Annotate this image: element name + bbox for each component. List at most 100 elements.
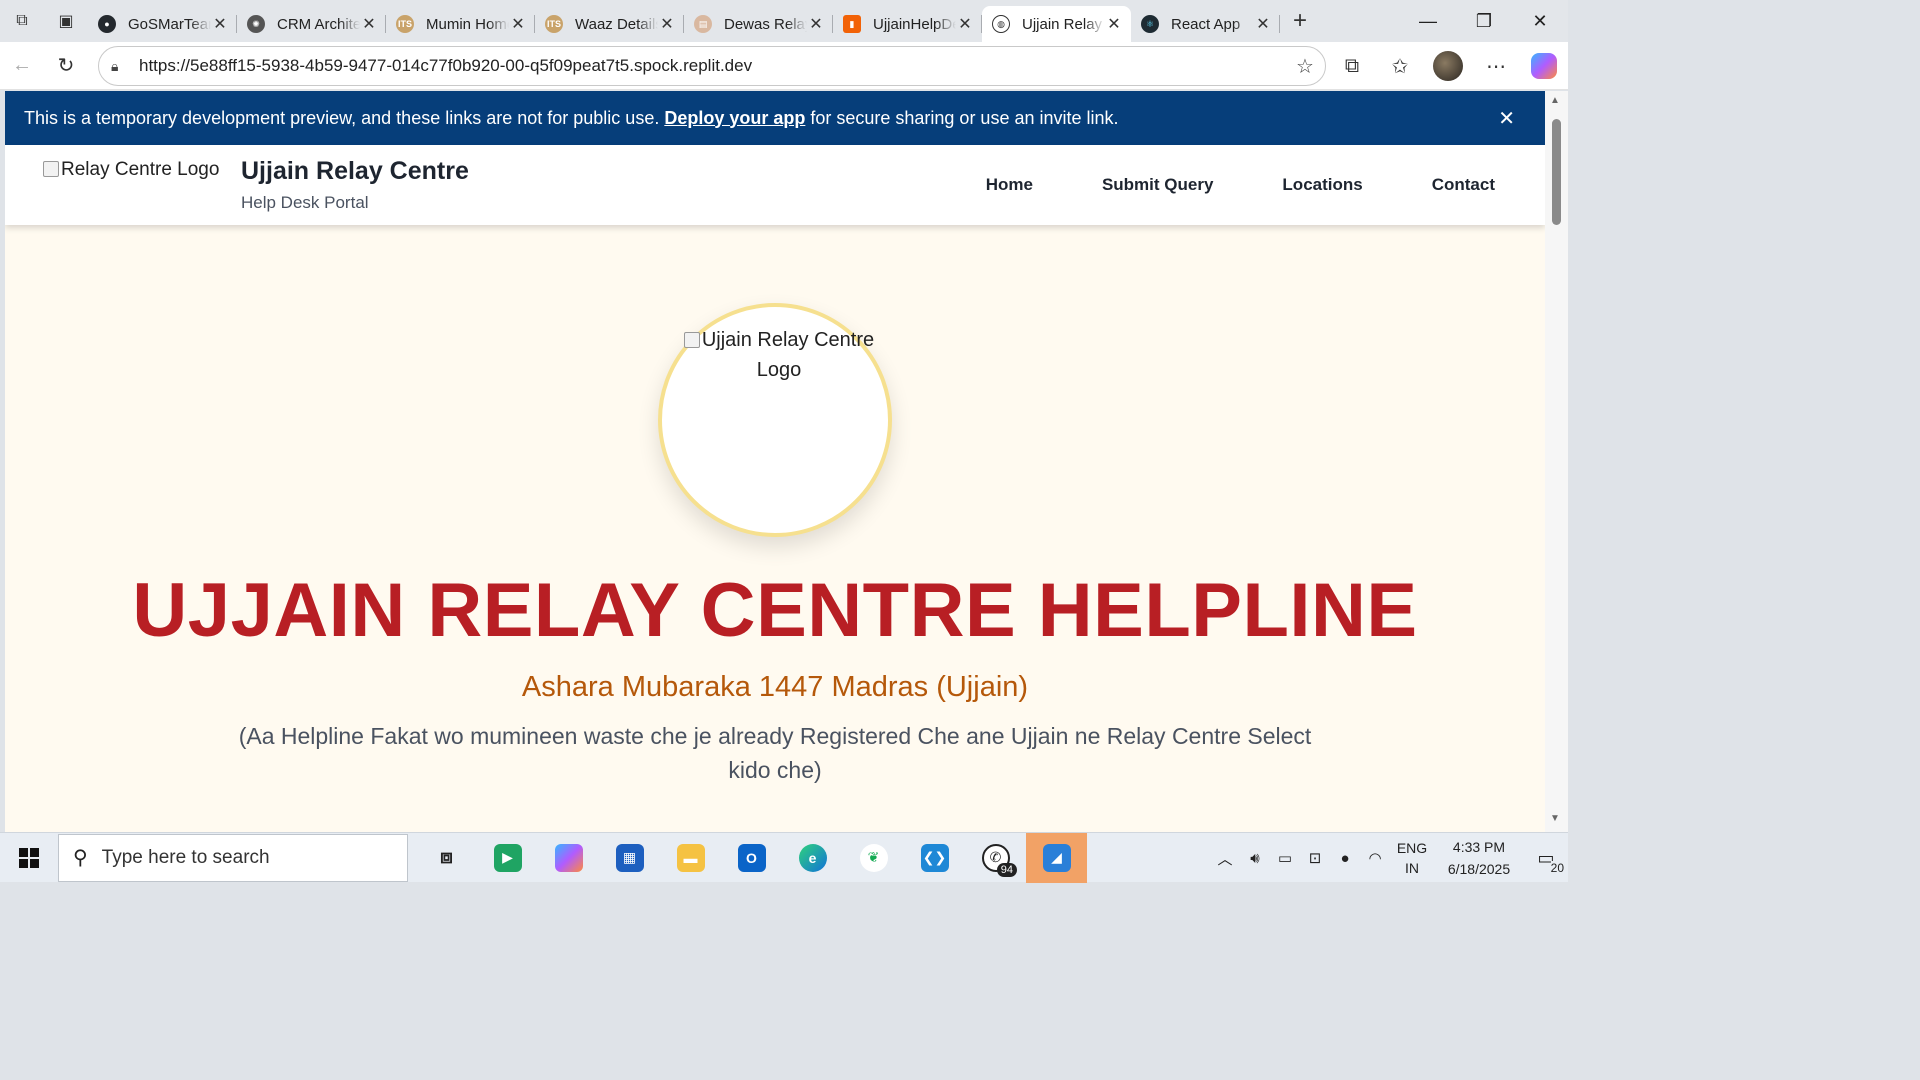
dev-preview-banner: This is a temporary development preview,… xyxy=(5,91,1545,145)
react-icon: ⚛ xyxy=(1141,15,1159,33)
browser-tab[interactable]: ● GoSMarTeam ✕ xyxy=(88,7,237,41)
its-icon: ITS xyxy=(396,15,414,33)
wifi-icon[interactable]: ◠ xyxy=(1360,849,1390,867)
tab-title: UjjainHelpDesk xyxy=(873,15,956,33)
tab-title: GoSMarTeam xyxy=(128,15,211,33)
site-title: Ujjain Relay Centre xyxy=(241,157,469,185)
tab-title: Mumin Home xyxy=(426,15,509,33)
task-view-button[interactable]: ⧈ xyxy=(416,833,477,883)
scroll-up-icon[interactable]: ▲ xyxy=(1550,95,1560,106)
folder-icon: ▬ xyxy=(676,843,705,872)
banner-text-after: for secure sharing or use an invite link… xyxy=(810,107,1119,128)
device-icon[interactable]: ⊡ xyxy=(1300,849,1330,867)
taskbar-whatsapp-app[interactable]: ✆ 94 xyxy=(965,833,1026,883)
battery-icon[interactable]: ▭ xyxy=(1270,849,1300,867)
close-tab-icon[interactable]: ✕ xyxy=(1105,14,1123,34)
lang-region: IN xyxy=(1405,860,1419,876)
page-scrollbar[interactable]: ▲ ▼ xyxy=(1545,91,1568,832)
scrollbar-thumb[interactable] xyxy=(1552,119,1561,225)
restore-icon[interactable]: ❐ xyxy=(1456,0,1512,42)
scroll-down-icon[interactable]: ▼ xyxy=(1550,813,1560,824)
tab-title: React App xyxy=(1171,15,1241,33)
its-icon: ITS xyxy=(545,15,563,33)
taskbar-outlook-app[interactable]: O xyxy=(721,833,782,883)
taskbar-copilot-app[interactable] xyxy=(538,833,599,883)
close-banner-icon[interactable]: ✕ xyxy=(1498,106,1515,131)
chevron-up-icon[interactable]: ︿ xyxy=(1210,848,1240,869)
lang-code: ENG xyxy=(1396,840,1428,856)
site-subtitle: Help Desk Portal xyxy=(241,193,369,212)
replit-icon: ▮ xyxy=(843,15,861,33)
toolbar-actions: ⧉ ✩ ⋯ xyxy=(1328,42,1568,90)
lock-icon[interactable]: 🔒︎ xyxy=(111,58,139,75)
start-button[interactable] xyxy=(0,833,58,883)
nav-home[interactable]: Home xyxy=(986,175,1033,195)
taskbar-meet-app[interactable]: ▶ xyxy=(477,833,538,883)
close-window-icon[interactable]: ✕ xyxy=(1512,0,1568,42)
close-tab-icon[interactable]: ✕ xyxy=(807,14,825,34)
browser-tab[interactable]: ▮ UjjainHelpDesk ✕ xyxy=(833,7,982,41)
avatar-icon xyxy=(1433,51,1463,81)
browser-tab-strip: ⧉ ▣ ● GoSMarTeam ✕ ✺ CRM Architecture ✕ … xyxy=(0,0,1568,42)
favorite-star-icon[interactable]: ☆ xyxy=(1285,54,1325,79)
broken-image-icon xyxy=(43,161,59,177)
deploy-link[interactable]: Deploy your app xyxy=(664,108,805,129)
profile-avatar[interactable] xyxy=(1424,46,1472,86)
browser-tab[interactable]: ▤ Dewas Relay ✕ xyxy=(684,7,833,41)
volume-icon[interactable]: 🔊︎ xyxy=(1240,850,1270,867)
taskbar-photos-app[interactable]: ◢ xyxy=(1026,832,1087,883)
browser-tab[interactable]: ITS Mumin Home ✕ xyxy=(386,7,535,41)
hero-logo-alt: Ujjain Relay Centre Logo xyxy=(676,325,882,385)
address-bar[interactable]: 🔒︎ https://5e88ff15-5938-4b59-9477-014c7… xyxy=(98,46,1326,86)
hero-note: (Aa Helpline Fakat wo mumineen waste che… xyxy=(238,723,1312,783)
hero-logo-alt-text: Ujjain Relay Centre Logo xyxy=(701,329,875,381)
url-text[interactable]: https://5e88ff15-5938-4b59-9477-014c77f0… xyxy=(139,56,1285,76)
copilot-icon[interactable] xyxy=(1520,46,1568,86)
browser-tab-active[interactable]: ◍ Ujjain Relay Centre ✕ xyxy=(982,6,1131,42)
microphone-icon[interactable]: ● xyxy=(1330,850,1360,867)
close-tab-icon[interactable]: ✕ xyxy=(1254,14,1272,34)
github-icon: ● xyxy=(98,15,116,33)
search-placeholder: Type here to search xyxy=(101,846,270,868)
favorites-icon[interactable]: ✩ xyxy=(1376,46,1424,86)
taskbar-vscode-app[interactable]: ❮❯ xyxy=(904,833,965,883)
browser-tab[interactable]: ITS Waaz Details ✕ xyxy=(535,7,684,41)
tab-title: Waaz Details xyxy=(575,15,658,33)
clock-date: 6/18/2025 xyxy=(1447,861,1511,877)
more-menu-icon[interactable]: ⋯ xyxy=(1472,46,1520,86)
whatsapp-badge: 94 xyxy=(996,862,1017,877)
browser-tab[interactable]: ✺ CRM Architecture ✕ xyxy=(237,7,386,41)
tab-actions-icon[interactable]: ▣ xyxy=(44,0,88,42)
clock[interactable]: 4:33 PM 6/18/2025 xyxy=(1434,836,1524,880)
language-indicator[interactable]: ENG IN xyxy=(1390,838,1434,878)
back-icon[interactable]: ← xyxy=(0,46,44,86)
taskbar-explorer-app[interactable]: ▬ xyxy=(660,833,721,883)
new-tab-button[interactable]: + xyxy=(1280,0,1320,42)
taskbar-mongodb-app[interactable]: ❦ xyxy=(843,833,904,883)
hero-title: UJJAIN RELAY CENTRE HELPLINE xyxy=(132,568,1418,653)
nav-submit-query[interactable]: Submit Query xyxy=(1102,175,1213,195)
close-tab-icon[interactable]: ✕ xyxy=(658,14,676,34)
banner-text: This is a temporary development preview,… xyxy=(24,107,660,128)
minimize-icon[interactable]: — xyxy=(1400,0,1456,42)
close-tab-icon[interactable]: ✕ xyxy=(956,14,974,34)
notifications-button[interactable]: ▭ 20 xyxy=(1524,848,1568,875)
close-tab-icon[interactable]: ✕ xyxy=(360,14,378,34)
taskbar-store-app[interactable]: ▦ xyxy=(599,833,660,883)
workspaces-icon[interactable]: ⧉ xyxy=(0,0,44,42)
taskbar-edge-app[interactable]: e xyxy=(782,833,843,883)
tab-title: CRM Architecture xyxy=(277,15,360,33)
site-logo[interactable]: Relay Centre Logo xyxy=(43,159,219,181)
browser-tab[interactable]: ⚛ React App ✕ xyxy=(1131,7,1280,41)
notification-count: 20 xyxy=(1550,860,1564,875)
nav-locations[interactable]: Locations xyxy=(1282,175,1362,195)
close-tab-icon[interactable]: ✕ xyxy=(509,14,527,34)
refresh-icon[interactable]: ↻ xyxy=(44,46,88,86)
extensions-icon[interactable]: ⧉ xyxy=(1328,46,1376,86)
close-tab-icon[interactable]: ✕ xyxy=(211,14,229,34)
edge-icon: e xyxy=(798,843,827,872)
hero-subtitle: Ashara Mubaraka 1447 Madras (Ujjain) xyxy=(521,671,1029,703)
taskbar-apps: ⧈ ▶ ▦ ▬ O e ❦ ❮❯ ✆ 94 ◢ xyxy=(416,832,1087,883)
taskbar-search[interactable]: ⚲ Type here to search xyxy=(58,833,408,882)
nav-contact[interactable]: Contact xyxy=(1432,175,1495,195)
